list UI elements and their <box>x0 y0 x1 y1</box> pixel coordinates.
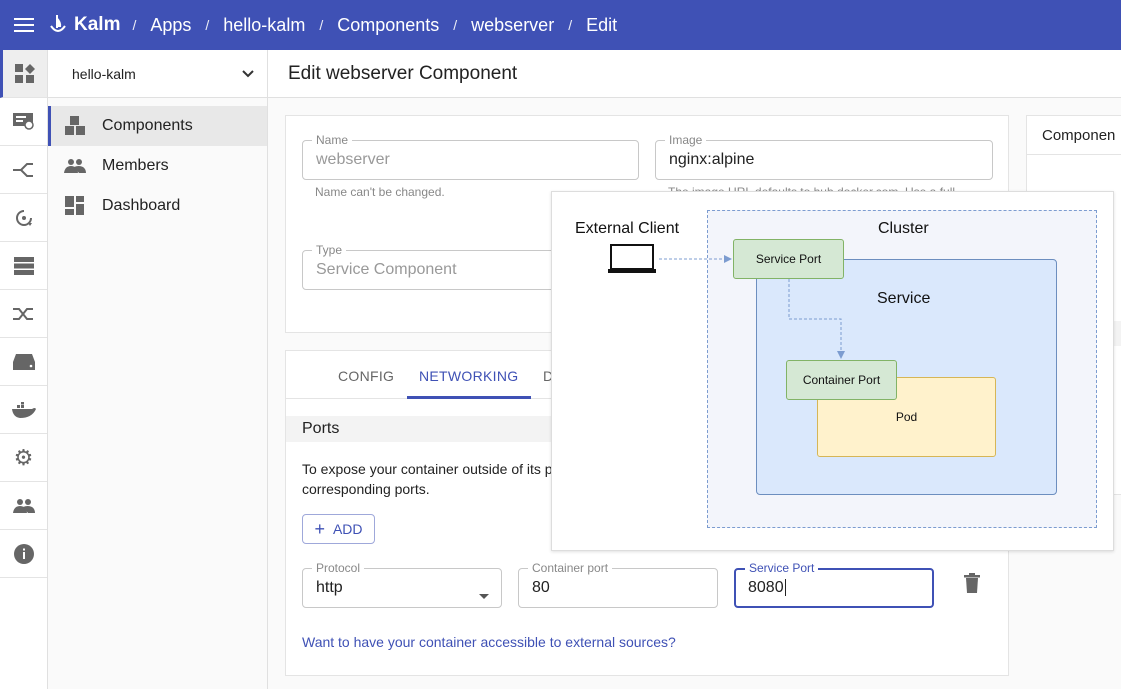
service-port-input[interactable]: Service Port 8080 <box>734 561 934 608</box>
deploy-key-icon <box>15 209 32 226</box>
load-balancer-icon <box>12 307 33 320</box>
container-port-box: Container Port <box>786 360 897 400</box>
dropdown-arrow-icon <box>479 586 489 604</box>
name-help: Name can't be changed. <box>315 185 445 199</box>
rail-disks[interactable] <box>0 338 47 386</box>
protocol-label: Protocol <box>312 561 365 575</box>
certificate-icon <box>12 112 34 130</box>
rail-settings[interactable]: ⚙ <box>0 434 47 482</box>
menu-icon[interactable] <box>14 17 34 33</box>
container-port-label: Container port <box>528 561 613 575</box>
rail-deploy[interactable] <box>0 194 47 242</box>
chevron-down-icon <box>241 66 255 82</box>
disks-icon <box>12 353 35 370</box>
sidebar-item-label: Members <box>102 157 169 174</box>
service-port-value: 8080 <box>748 579 786 596</box>
brand-link[interactable]: Kalm <box>74 14 120 36</box>
members-icon <box>12 498 35 513</box>
sidebar-item-components[interactable]: Components <box>48 106 267 146</box>
app-selector[interactable]: hello-kalm <box>48 50 267 98</box>
name-value: webserver <box>316 151 390 168</box>
rail-certificates[interactable] <box>0 98 47 146</box>
sidebar-item-label: Dashboard <box>102 197 181 214</box>
members-icon <box>64 159 86 173</box>
type-label: Type <box>312 243 347 257</box>
service-port-label: Service Port <box>745 561 819 575</box>
delete-icon[interactable] <box>964 573 980 598</box>
icon-rail: ⚙ <box>0 50 48 689</box>
rail-registries[interactable] <box>0 386 47 434</box>
tab-indicator <box>407 396 531 399</box>
protocol-select[interactable]: Protocol http <box>302 561 502 608</box>
sidebar-item-label: Components <box>102 117 193 134</box>
app-selector-value: hello-kalm <box>72 65 136 82</box>
routes-icon <box>12 162 33 177</box>
protocol-value: http <box>316 579 343 596</box>
breadcrumb-components[interactable]: Components <box>337 15 439 36</box>
external-access-link[interactable]: Want to have your container accessible t… <box>302 634 676 650</box>
type-value: Service Component <box>316 261 457 278</box>
rail-dashboard[interactable] <box>0 50 47 98</box>
nodes-icon <box>13 256 34 275</box>
tab-config[interactable]: CONFIG <box>338 368 394 384</box>
name-label: Name <box>312 133 353 147</box>
component-side-card-title: Componen <box>1027 116 1121 155</box>
tab-networking[interactable]: NETWORKING <box>419 368 518 384</box>
page-title: Edit webserver Component <box>268 50 1121 98</box>
about-icon <box>13 543 34 564</box>
dashboard-icon <box>15 63 35 83</box>
docker-registry-icon <box>11 401 36 418</box>
name-field: Name webserver <box>302 133 639 180</box>
rail-about[interactable] <box>0 530 47 578</box>
top-bar: Kalm / Apps / hello-kalm / Components / webs… <box>0 0 1121 50</box>
container-port-value: 80 <box>532 579 550 596</box>
image-value: nginx:alpine <box>669 151 755 168</box>
networking-diagram-popover: External Client Cluster Service Service … <box>551 191 1114 551</box>
breadcrumb-apps[interactable]: Apps <box>150 15 191 36</box>
rail-load-balancer[interactable] <box>0 290 47 338</box>
dashboard-icon <box>65 196 84 215</box>
image-input[interactable]: Image nginx:alpine <box>655 133 993 180</box>
add-label: ADD <box>332 521 363 537</box>
breadcrumb-app[interactable]: hello-kalm <box>223 15 305 36</box>
components-icon <box>65 116 85 135</box>
plus-icon: + <box>314 518 325 539</box>
sidebar-item-members[interactable]: Members <box>48 146 267 186</box>
service-port-box: Service Port <box>733 239 844 279</box>
breadcrumb-component[interactable]: webserver <box>471 15 554 36</box>
breadcrumb-edit: Edit <box>586 14 618 35</box>
sidebar-item-dashboard[interactable]: Dashboard <box>48 186 267 226</box>
kalm-logo-icon <box>48 14 68 36</box>
settings-icon: ⚙ <box>13 444 34 470</box>
app-sidebar: hello-kalm Components Members Dashboard <box>48 50 268 689</box>
add-port-button[interactable]: + ADD <box>302 514 375 544</box>
rail-nodes[interactable] <box>0 242 47 290</box>
image-label: Image <box>665 133 707 147</box>
container-port-input[interactable]: Container port 80 <box>518 561 718 608</box>
rail-members[interactable] <box>0 482 47 530</box>
ports-description: To expose your container outside of its … <box>302 461 553 497</box>
rail-routes[interactable] <box>0 146 47 194</box>
